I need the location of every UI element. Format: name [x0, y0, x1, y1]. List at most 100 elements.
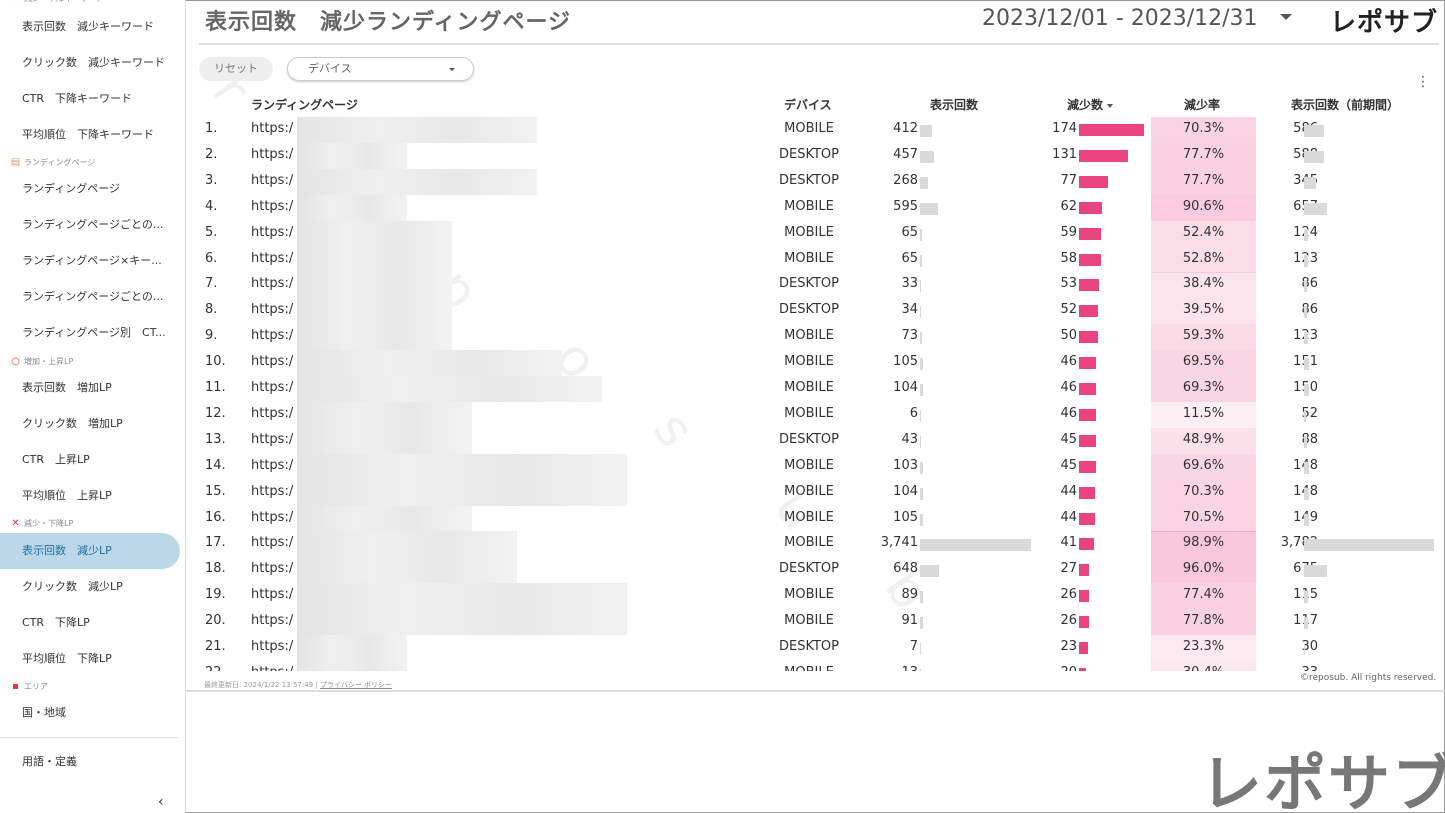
table-row[interactable]: 1.https:/MOBILE41217470.3%586 [199, 117, 1439, 143]
sidebar-section-header: ✕ 減少・下降LP [10, 517, 73, 531]
sidebar-item[interactable]: 用語・定義 [0, 744, 180, 780]
impressions-bar [920, 358, 924, 371]
decrease-rate-cell: 90.6% [1182, 198, 1225, 214]
url-redaction [297, 117, 537, 143]
sidebar-item[interactable]: ランディングページ [0, 171, 180, 207]
sidebar-item[interactable]: 表示回数 増加LP [0, 370, 180, 406]
col-header-impressions[interactable]: 表示回数 [930, 96, 978, 113]
landing-page-url[interactable]: https:/ [251, 225, 293, 240]
landing-page-url[interactable]: https:/ [251, 535, 293, 550]
url-redaction [297, 246, 452, 273]
impressions-cell: 104 [893, 483, 918, 499]
landing-page-url[interactable]: https:/ [251, 380, 293, 395]
more-vert-icon[interactable]: ⋮ [1416, 74, 1430, 90]
landing-page-url[interactable]: https:/ [251, 328, 293, 343]
col-header-decrease[interactable]: 減少数 [1067, 96, 1114, 113]
table-row[interactable]: 11. https:/ MOBILE 104 46 69.3% 150 [199, 376, 1439, 402]
table-row[interactable]: 5. https:/ MOBILE 65 59 52.4% 124 [199, 220, 1439, 247]
decrease-bar [1079, 667, 1087, 671]
sidebar-item[interactable]: 表示回数 減少キーワード [0, 9, 180, 45]
row-index: 16. [205, 509, 226, 525]
device-cell: MOBILE [784, 405, 834, 421]
table-row[interactable]: 10. https:/ MOBILE 105 46 69.5% 151 [199, 350, 1439, 377]
table-row[interactable]: 18.https:/DESKTOP6482796.0%675 [199, 557, 1439, 584]
sidebar-item[interactable]: ランディングページ×キー... [0, 243, 180, 279]
landing-page-url[interactable]: https:/ [251, 406, 293, 421]
table-row[interactable]: 17. https:/MOBILE 3,741 41 98.9% 3,782 [199, 531, 1439, 558]
col-header-decrease-label: 減少数 [1067, 98, 1104, 112]
table-row[interactable]: 22. https:/ MOBILE13 20 30.4% 33 [199, 660, 1439, 671]
sidebar-item[interactable]: クリック数 増加LP [0, 406, 180, 442]
landing-page-url[interactable]: https:/ [251, 276, 293, 291]
table-row[interactable]: 19. https:/ MOBILE 89 26 77.4% 115 [199, 583, 1439, 610]
landing-page-url[interactable]: https:/ [251, 613, 293, 628]
landing-page-url[interactable]: https:/ [251, 199, 293, 214]
table-row[interactable]: 2.https:/DESKTOP45713177.7%588 [199, 142, 1439, 169]
sidebar-item[interactable]: CTR 下降キーワード [0, 81, 180, 117]
landing-page-url[interactable]: https:/ [251, 587, 293, 602]
sidebar-item[interactable]: 平均順位 下降LP [0, 641, 180, 677]
landing-page-url[interactable]: https:/ [251, 665, 293, 671]
prev-impressions-cell: 124 [1269, 225, 1318, 240]
landing-page-url[interactable]: https:/ [251, 302, 293, 317]
table-row[interactable]: 6. https:/ MOBILE 65 58 52.8% 123 [199, 246, 1439, 273]
url-redaction [297, 142, 407, 169]
sidebar-item[interactable]: CTR 下降LP [0, 605, 180, 641]
date-range-picker[interactable]: 2023/12/01 - 2023/12/31 [982, 6, 1258, 31]
col-header-prev-impressions[interactable]: 表示回数（前期間） [1291, 96, 1399, 113]
table-row[interactable]: 7. https:/ DESKTOP 33 53 38.4% 86 [199, 272, 1439, 299]
privacy-policy-link[interactable]: プライバシー ポリシー [320, 681, 392, 689]
landing-page-url[interactable]: https:/ [251, 354, 293, 369]
table-row[interactable]: 8. https:/ DESKTOP 34 52 39.5% 86 [199, 298, 1439, 325]
table-row[interactable]: 15. https:/ MOBILE 104 44 70.3% 148 [199, 479, 1439, 506]
chevron-left-icon[interactable]: ‹ [158, 794, 164, 810]
url-redaction [297, 453, 627, 480]
landing-page-url[interactable]: https:/ [251, 251, 293, 266]
table-row[interactable]: 13. https:/ DESKTOP 43 45 48.9% 88 [199, 427, 1439, 454]
col-header-landing-page[interactable]: ランディングページ [251, 96, 358, 113]
decrease-cell: 58 [1060, 250, 1077, 266]
table-row[interactable]: 4.https:/MOBILE5956290.6%657 [199, 194, 1439, 221]
col-header-device[interactable]: デバイス [784, 96, 832, 113]
sidebar-item[interactable]: ランディングページ別 CT... [0, 315, 180, 351]
impressions-cell: 7 [909, 639, 918, 654]
landing-page-url[interactable]: https:/ [251, 639, 293, 654]
sidebar-item[interactable]: 平均順位 上昇LP [0, 478, 180, 514]
sidebar-item[interactable]: クリック数 減少キーワード [0, 45, 180, 81]
impressions-cell: 65 [901, 250, 918, 266]
date-range-dropdown-icon[interactable] [1280, 14, 1292, 20]
url-redaction [297, 609, 627, 636]
table-row[interactable]: 3.https:/DESKTOP2687777.7%345 [199, 168, 1439, 195]
sidebar-item[interactable]: CTR 上昇LP [0, 442, 180, 478]
landing-page-url[interactable]: https:/ [251, 432, 293, 447]
device-filter-select[interactable]: デバイス [287, 57, 474, 81]
sidebar-item[interactable]: ランディングページごとの... [0, 279, 180, 315]
table-row[interactable]: 12. https:/ MOBILE 6 46 11.5% 52 [199, 401, 1439, 428]
decrease-cell: 131 [1052, 146, 1077, 162]
sidebar-item[interactable]: 表示回数 減少LP [0, 533, 180, 569]
table-row[interactable]: 14. https:/ MOBILE 103 45 69.6% 148 [199, 453, 1439, 480]
decrease-cell: 174 [1052, 121, 1077, 136]
table-row[interactable]: 21. https:/ DESKTOP 7 23 23.3% 30 [199, 635, 1439, 661]
landing-page-url[interactable]: https:/ [251, 510, 293, 525]
impressions-cell: 648 [893, 561, 918, 577]
landing-page-url[interactable]: https:/ [251, 458, 293, 473]
landing-page-url[interactable]: https:/ [251, 121, 293, 136]
decrease-rate-cell: 77.8% [1182, 613, 1225, 629]
sidebar-item[interactable]: 平均順位 下降キーワード [0, 117, 180, 153]
sidebar-item[interactable]: クリック数 減少LP [0, 569, 180, 605]
table-row[interactable]: 16. https:/ MOBILE 105 44 70.5% 149 [199, 505, 1439, 532]
landing-page-url[interactable]: https:/ [251, 147, 293, 162]
landing-page-url[interactable]: https:/ [251, 173, 293, 188]
landing-page-url[interactable]: https:/ [251, 484, 293, 499]
reset-button[interactable]: リセット [199, 57, 273, 81]
impressions-bar [920, 487, 924, 500]
sidebar-item[interactable]: 国・地域 [0, 695, 180, 731]
col-header-decrease-rate[interactable]: 減少率 [1184, 96, 1220, 113]
sidebar-item[interactable]: ランディングページごとの... [0, 207, 180, 243]
table-row[interactable]: 20. https:/ MOBILE 91 26 77.8% 117 [199, 609, 1439, 636]
impressions-bar [920, 565, 940, 578]
landing-page-url[interactable]: https:/ [251, 561, 293, 576]
prev-impressions-cell: 115 [1269, 587, 1318, 602]
table-row[interactable]: 9. https:/ MOBILE 73 50 59.3% 123 [199, 324, 1439, 351]
